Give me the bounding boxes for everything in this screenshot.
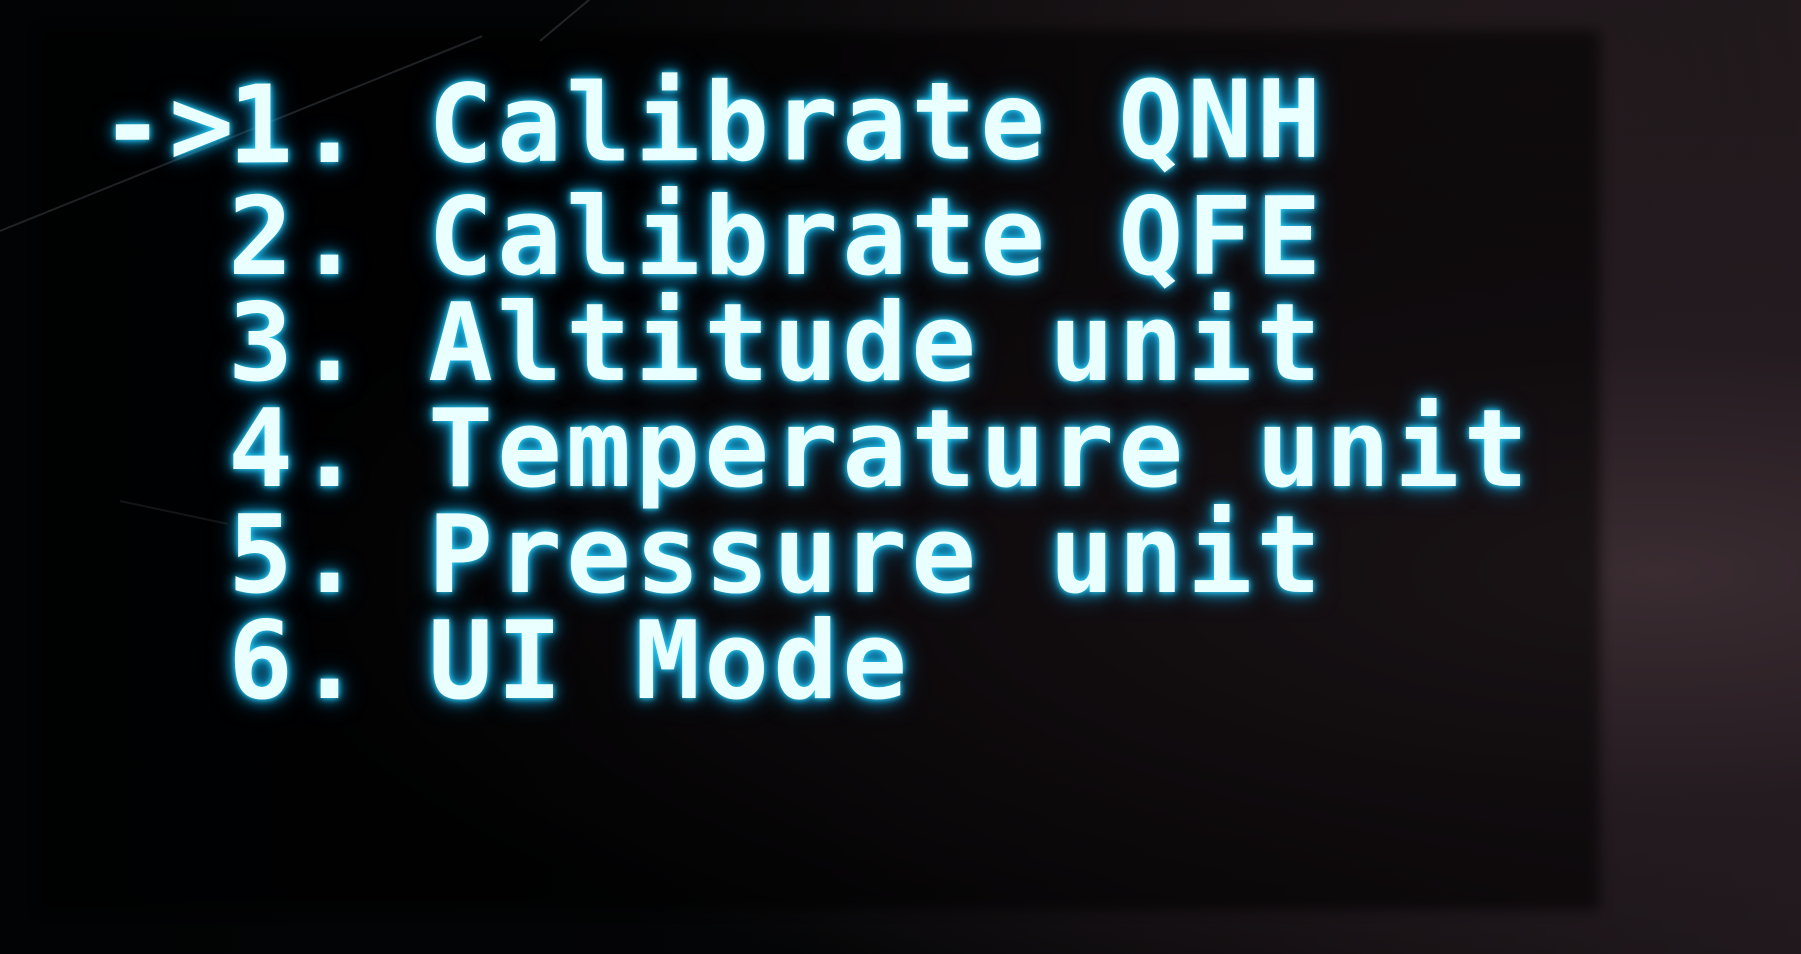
menu-item-number: 6. xyxy=(228,598,367,724)
menu-item-ui-mode[interactable]: 6. UI Mode xyxy=(100,599,911,724)
menu-item-calibrate-qfe[interactable]: 2. Calibrate QFE xyxy=(100,175,1325,300)
menu-item-number: 1. xyxy=(228,62,367,189)
menu-item-label: Calibrate QNH xyxy=(428,57,1326,187)
settings-menu: -> 1. Calibrate QNH 2. Calibrate QFE 3. … xyxy=(0,0,1801,954)
oled-display-photo: -> 1. Calibrate QNH 2. Calibrate QFE 3. … xyxy=(0,0,1801,954)
menu-item-calibrate-qnh[interactable]: -> 1. Calibrate QNH xyxy=(100,57,1325,189)
menu-item-pressure-unit[interactable]: 5. Pressure unit xyxy=(100,493,1325,618)
menu-item-label: UI Mode xyxy=(428,598,912,724)
menu-item-temperature-unit[interactable]: 4. Temperature unit xyxy=(100,387,1532,512)
selection-cursor-icon: -> xyxy=(100,62,239,189)
menu-item-altitude-unit[interactable]: 3. Altitude unit xyxy=(100,281,1325,406)
